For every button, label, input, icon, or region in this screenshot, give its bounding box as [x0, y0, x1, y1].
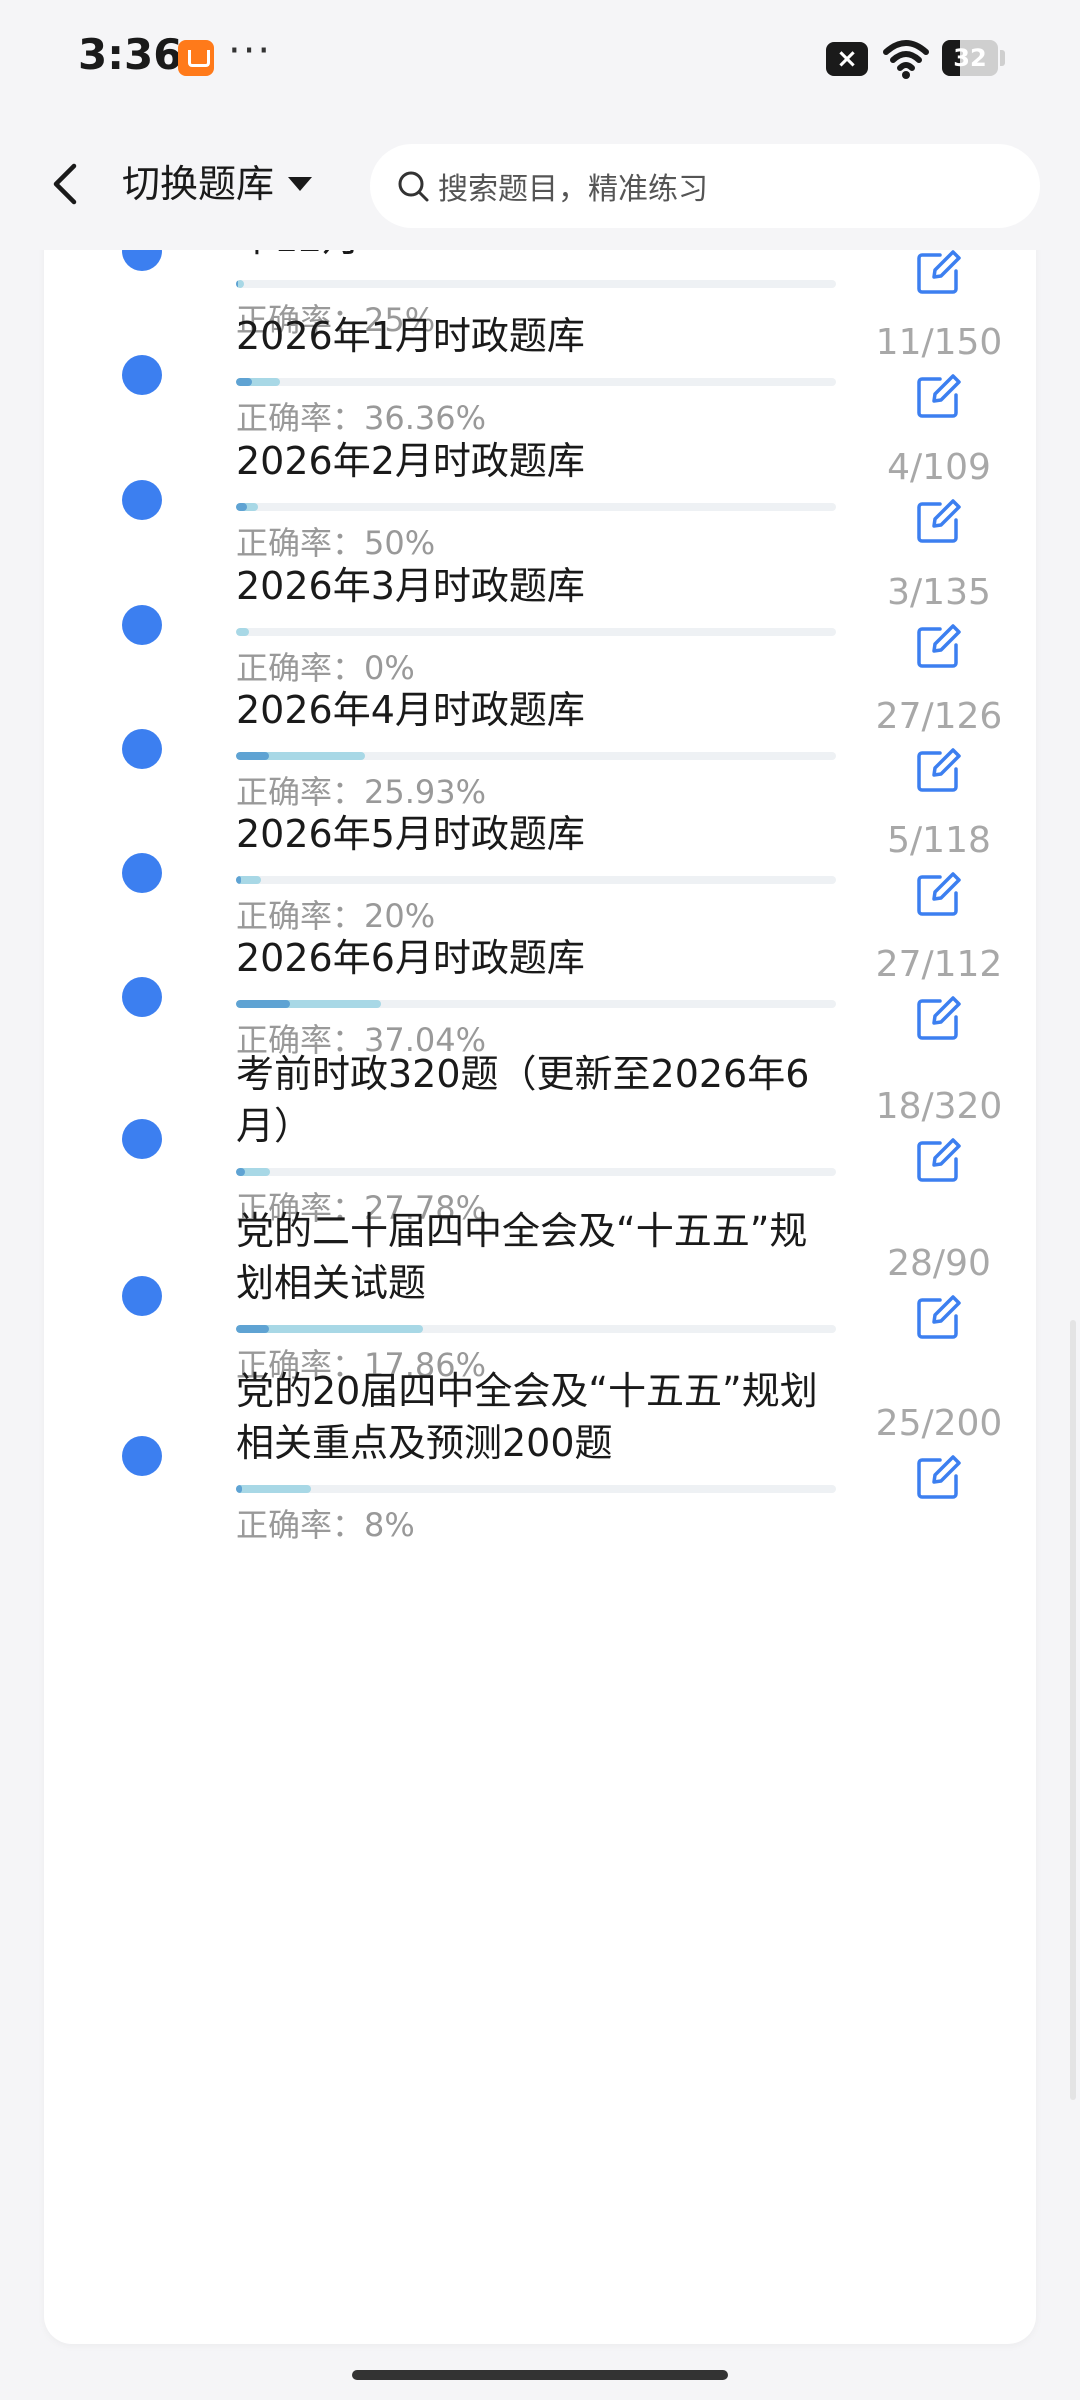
- wifi-icon: [883, 40, 929, 79]
- more-notifications-icon: ···: [228, 28, 273, 74]
- edit-icon[interactable]: [914, 995, 962, 1043]
- progress-bar: [236, 1485, 836, 1493]
- progress-bar: [236, 628, 836, 636]
- progress-bar: [236, 503, 836, 511]
- progress-bar: [236, 280, 836, 288]
- progress-count: 11/150: [875, 322, 1003, 363]
- search-placeholder: 搜索题目，精准练习: [438, 172, 708, 207]
- bank-title: 2026年3月时政题库: [236, 564, 585, 608]
- progress-fill-correct: [236, 280, 238, 288]
- edit-icon[interactable]: [914, 623, 962, 671]
- scrollbar[interactable]: [1070, 1320, 1076, 2100]
- switch-bank-label: 切换题库: [122, 162, 275, 206]
- question-bank-item[interactable]: 党的二十届四中全会及“十五五”规划相关试题 正确率：17.86% 28/90: [44, 1205, 1036, 1384]
- bank-dot-icon: [122, 977, 162, 1017]
- progress-bar: [236, 1325, 836, 1333]
- battery-percent: 32: [953, 44, 987, 72]
- progress-count: 5/118: [887, 820, 991, 861]
- bank-title: 党的20届四中全会及“十五五”规划相关重点及预测200题: [236, 1369, 818, 1465]
- edit-icon[interactable]: [914, 747, 962, 795]
- question-bank-item[interactable]: 2026年3月时政题库 正确率：0% 3/135: [44, 560, 1036, 687]
- bank-title: 2026年2月时政题库: [236, 439, 585, 483]
- bank-dot-icon: [122, 729, 162, 769]
- edit-icon[interactable]: [914, 249, 962, 297]
- progress-fill-correct: [236, 752, 270, 760]
- edit-icon[interactable]: [914, 871, 962, 919]
- close-notification-icon: ×: [826, 42, 868, 76]
- bank-dot-icon: [122, 1119, 162, 1159]
- progress-fill-correct: [236, 503, 247, 511]
- edit-icon[interactable]: [914, 1137, 962, 1185]
- screen: 考前时政320题（重点看）到2025年12月正确率：25%4/3192026年1…: [0, 0, 1080, 2400]
- top-bar: 切换题库 搜索题目，精准练习: [0, 120, 1080, 250]
- progress-count: 28/90: [887, 1243, 991, 1284]
- edit-icon[interactable]: [914, 1454, 962, 1502]
- search-input[interactable]: 搜索题目，精准练习: [370, 144, 1040, 228]
- progress-fill-correct: [236, 1325, 270, 1333]
- accuracy-label: 正确率：50%: [236, 524, 436, 562]
- bank-title: 2026年5月时政题库: [236, 812, 585, 856]
- question-bank-list[interactable]: 考前时政320题（重点看）到2025年12月正确率：25%4/3192026年1…: [44, 180, 1036, 2344]
- question-bank-card: 考前时政320题（重点看）到2025年12月正确率：25%4/3192026年1…: [44, 180, 1036, 2344]
- mi-app-icon: [178, 40, 214, 76]
- progress-bar: [236, 876, 836, 884]
- bank-dot-icon: [122, 605, 162, 645]
- question-bank-item[interactable]: 2026年2月时政题库正确率：50% 4/109: [44, 435, 1036, 562]
- bank-dot-icon: [122, 1436, 162, 1476]
- home-indicator[interactable]: [352, 2370, 728, 2380]
- status-bar: 3:36 ··· × 32: [0, 0, 1080, 120]
- question-bank-item[interactable]: 2026年1月时政题库正确率：36.36% 11/150: [44, 310, 1036, 437]
- question-bank-item[interactable]: 2026年5月时政题库 正确率：20% 5/118: [44, 808, 1036, 935]
- progress-count: 25/200: [875, 1403, 1003, 1444]
- progress-bar: [236, 752, 836, 760]
- bank-title: 2026年6月时政题库: [236, 936, 585, 980]
- progress-count: 27/126: [875, 696, 1003, 737]
- progress-fill-correct: [236, 378, 252, 386]
- bank-title: 2026年4月时政题库: [236, 688, 585, 732]
- accuracy-label: 正确率：36.36%: [236, 399, 487, 437]
- bank-title: 党的二十届四中全会及“十五五”规划相关试题: [236, 1209, 808, 1305]
- progress-fill-completed: [236, 628, 250, 636]
- question-bank-item[interactable]: 2026年6月时政题库 正确率：37.04% 27/112: [44, 932, 1036, 1059]
- progress-fill-correct: [236, 1485, 242, 1493]
- progress-fill-correct: [236, 876, 242, 884]
- question-bank-item[interactable]: 2026年4月时政题库 正确率：25.93% 27/126: [44, 684, 1036, 811]
- progress-bar: [236, 1168, 836, 1176]
- progress-fill-correct: [236, 1000, 290, 1008]
- bank-dot-icon: [122, 355, 162, 395]
- edit-icon[interactable]: [914, 1294, 962, 1342]
- switch-bank-dropdown[interactable]: 切换题库: [122, 158, 313, 210]
- progress-fill-completed: [236, 1485, 311, 1493]
- caret-down-icon: [288, 177, 313, 191]
- battery-tip: [1000, 50, 1005, 66]
- bank-dot-icon: [122, 853, 162, 893]
- progress-bar: [236, 378, 836, 386]
- bank-title: 考前时政320题（更新至2026年6月）: [236, 1052, 810, 1148]
- question-bank-item[interactable]: 党的20届四中全会及“十五五”规划相关重点及预测200题正确率：8% 25/200: [44, 1365, 1036, 1544]
- progress-count: 3/135: [887, 572, 991, 613]
- bank-title: 2026年1月时政题库: [236, 314, 585, 358]
- question-bank-item[interactable]: 考前时政320题（更新至2026年6月） 正确率：27.78% 18/320: [44, 1048, 1036, 1227]
- accuracy-label: 正确率：8%: [236, 1506, 415, 1544]
- back-arrow-icon[interactable]: [44, 158, 88, 210]
- status-time: 3:36: [78, 30, 183, 79]
- edit-icon[interactable]: [914, 373, 962, 421]
- search-icon: [398, 171, 429, 202]
- progress-count: 27/112: [875, 944, 1003, 985]
- progress-bar: [236, 1000, 836, 1008]
- edit-icon[interactable]: [914, 498, 962, 546]
- progress-count: 18/320: [875, 1086, 1003, 1127]
- progress-count: 4/109: [887, 447, 991, 488]
- bank-dot-icon: [122, 1276, 162, 1316]
- bank-dot-icon: [122, 480, 162, 520]
- battery-icon: 32: [942, 40, 998, 76]
